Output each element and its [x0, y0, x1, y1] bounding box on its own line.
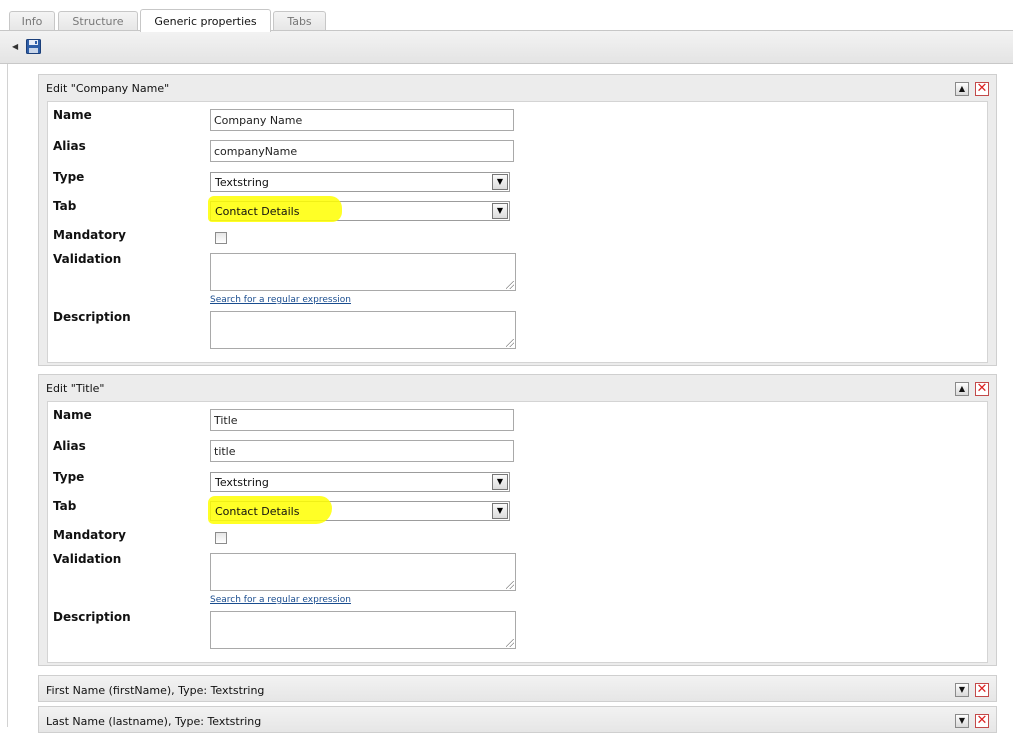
name-input[interactable] [210, 109, 514, 131]
validation-label: Validation [53, 252, 122, 266]
tab-tabs[interactable]: Tabs [273, 11, 326, 31]
tab-select[interactable]: Contact Details ▼ [208, 196, 510, 222]
panel-body: Name Alias Type Textstring ▼ Tab Contact… [47, 401, 988, 663]
expand-down-icon[interactable]: ▼ [955, 683, 969, 697]
panel-header: Edit "Title" ▲ ✕ [39, 375, 996, 401]
alias-label: Alias [53, 439, 86, 453]
tab-generic-properties[interactable]: Generic properties [140, 9, 271, 32]
mandatory-label: Mandatory [53, 528, 126, 542]
edit-panel-company-name: Edit "Company Name" ▲ ✕ Name Alias Type … [38, 74, 997, 366]
tab-select[interactable]: Contact Details ▼ [208, 496, 510, 524]
regex-search-link[interactable]: Search for a regular expression [210, 595, 351, 605]
tab-structure[interactable]: Structure [58, 11, 138, 31]
collapsed-panel-first-name[interactable]: First Name (firstName), Type: Textstring… [38, 675, 997, 702]
collapsed-panel-last-name[interactable]: Last Name (lastname), Type: Textstring ▼… [38, 706, 997, 733]
triangle-left-icon[interactable]: ◀ [12, 42, 18, 52]
resize-grip-icon[interactable] [506, 639, 514, 647]
panel-title: Edit "Company Name" [46, 82, 170, 95]
description-textarea[interactable] [210, 311, 516, 349]
type-select[interactable]: Textstring ▼ [210, 472, 510, 492]
delete-icon[interactable]: ✕ [975, 714, 989, 728]
resize-grip-icon[interactable] [506, 281, 514, 289]
panel-title: First Name (firstName), Type: Textstring [46, 684, 265, 697]
name-input[interactable] [210, 409, 514, 431]
chevron-down-icon[interactable]: ▼ [492, 174, 508, 190]
alias-input[interactable] [210, 140, 514, 162]
mandatory-checkbox[interactable] [215, 232, 227, 244]
chevron-down-icon[interactable]: ▼ [492, 203, 508, 219]
content-border [7, 64, 8, 727]
type-label: Type [53, 170, 85, 184]
panel-body: Name Alias Type Textstring ▼ Tab Contact… [47, 101, 988, 363]
toolbar: ◀ [0, 31, 1013, 64]
edit-panel-title: Edit "Title" ▲ ✕ Name Alias Type Textstr… [38, 374, 997, 666]
type-select-value: Textstring [215, 476, 269, 489]
tab-info[interactable]: Info [9, 11, 55, 31]
delete-icon[interactable]: ✕ [975, 82, 989, 96]
mandatory-checkbox[interactable] [215, 532, 227, 544]
panel-header: Edit "Company Name" ▲ ✕ [39, 75, 996, 101]
mandatory-label: Mandatory [53, 228, 126, 242]
type-select-value: Textstring [215, 176, 269, 189]
chevron-down-icon[interactable]: ▼ [492, 474, 508, 490]
delete-icon[interactable]: ✕ [975, 683, 989, 697]
description-textarea[interactable] [210, 611, 516, 649]
validation-label: Validation [53, 552, 122, 566]
chevron-down-icon[interactable]: ▼ [492, 503, 508, 519]
expand-down-icon[interactable]: ▼ [955, 714, 969, 728]
tab-label: Tab [53, 499, 77, 513]
tab-select-value: Contact Details [215, 505, 300, 518]
name-label: Name [53, 408, 92, 422]
panel-title: Edit "Title" [46, 382, 105, 395]
alias-label: Alias [53, 139, 86, 153]
resize-grip-icon[interactable] [506, 581, 514, 589]
validation-textarea[interactable] [210, 253, 516, 291]
validation-textarea[interactable] [210, 553, 516, 591]
name-label: Name [53, 108, 92, 122]
description-label: Description [53, 610, 131, 624]
type-label: Type [53, 470, 85, 484]
floppy-disk-icon[interactable] [26, 39, 41, 54]
regex-search-link[interactable]: Search for a regular expression [210, 295, 351, 305]
panel-title: Last Name (lastname), Type: Textstring [46, 715, 262, 728]
description-label: Description [53, 310, 131, 324]
type-select[interactable]: Textstring ▼ [210, 172, 510, 192]
tab-strip: Info Structure Generic properties Tabs [0, 0, 1013, 32]
collapse-up-icon[interactable]: ▲ [955, 382, 969, 396]
resize-grip-icon[interactable] [506, 339, 514, 347]
collapse-up-icon[interactable]: ▲ [955, 82, 969, 96]
tab-select-value: Contact Details [215, 205, 300, 218]
tab-label: Tab [53, 199, 77, 213]
alias-input[interactable] [210, 440, 514, 462]
delete-icon[interactable]: ✕ [975, 382, 989, 396]
